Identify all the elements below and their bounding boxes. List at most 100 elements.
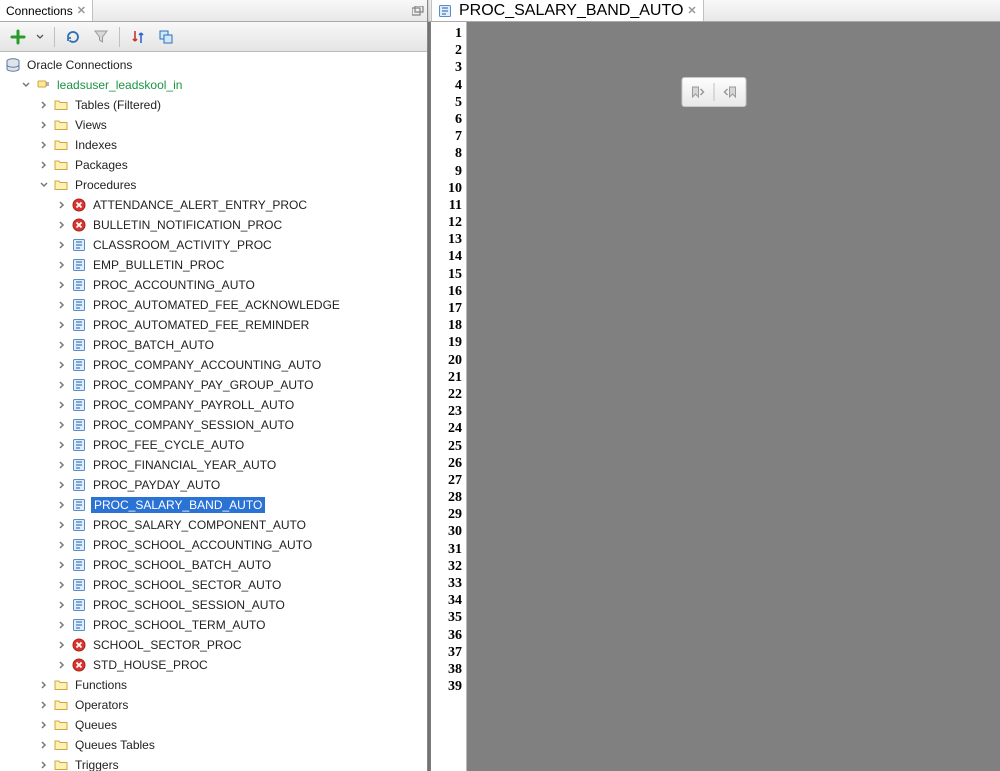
chevron-right-icon[interactable]: [56, 219, 68, 231]
procedure-item[interactable]: PROC_COMPANY_PAYROLL_AUTO: [0, 395, 427, 415]
chevron-right-icon[interactable]: [38, 139, 50, 151]
procedure-item[interactable]: PROC_SCHOOL_TERM_AUTO: [0, 615, 427, 635]
code-body[interactable]: [467, 22, 1000, 771]
code-editor[interactable]: 1234567891011121314151617181920212223242…: [428, 22, 1000, 771]
tab-connections[interactable]: Connections ✕: [0, 0, 93, 21]
chevron-right-icon[interactable]: [56, 419, 68, 431]
procedure-item[interactable]: PROC_COMPANY_ACCOUNTING_AUTO: [0, 355, 427, 375]
close-icon[interactable]: ✕: [687, 4, 696, 17]
line-number: 25: [431, 439, 466, 456]
chevron-right-icon[interactable]: [56, 459, 68, 471]
chevron-right-icon[interactable]: [56, 539, 68, 551]
tree-folder-triggers[interactable]: Triggers: [0, 755, 427, 771]
procedure-icon: [70, 376, 88, 394]
chevron-down-icon[interactable]: [38, 179, 50, 191]
chevron-right-icon[interactable]: [56, 599, 68, 611]
procedure-item[interactable]: PROC_FINANCIAL_YEAR_AUTO: [0, 455, 427, 475]
chevron-right-icon[interactable]: [56, 399, 68, 411]
procedure-item[interactable]: PROC_SCHOOL_SESSION_AUTO: [0, 595, 427, 615]
sort-button[interactable]: [126, 25, 150, 49]
line-number: 36: [431, 628, 466, 645]
procedure-item[interactable]: PROC_SCHOOL_SECTOR_AUTO: [0, 575, 427, 595]
chevron-right-icon[interactable]: [38, 679, 50, 691]
chevron-right-icon[interactable]: [56, 239, 68, 251]
procedure-item[interactable]: PROC_SCHOOL_ACCOUNTING_AUTO: [0, 535, 427, 555]
chevron-right-icon[interactable]: [56, 519, 68, 531]
procedure-item[interactable]: ATTENDANCE_ALERT_ENTRY_PROC: [0, 195, 427, 215]
cascade-button[interactable]: [154, 25, 178, 49]
procedure-item[interactable]: SCHOOL_SECTOR_PROC: [0, 635, 427, 655]
restore-icon[interactable]: [409, 0, 427, 21]
tree-folder-queues[interactable]: Queues: [0, 715, 427, 735]
chevron-right-icon[interactable]: [56, 619, 68, 631]
tree-root-oracle-connections[interactable]: Oracle Connections: [0, 55, 427, 75]
chevron-right-icon[interactable]: [56, 639, 68, 651]
procedure-label: PROC_SALARY_BAND_AUTO: [91, 497, 265, 513]
procedure-item[interactable]: STD_HOUSE_PROC: [0, 655, 427, 675]
procedure-icon: [70, 476, 88, 494]
refresh-button[interactable]: [61, 25, 85, 49]
chevron-right-icon[interactable]: [38, 739, 50, 751]
new-connection-dropdown[interactable]: [34, 25, 48, 49]
close-icon[interactable]: ✕: [77, 4, 86, 17]
chevron-right-icon[interactable]: [38, 99, 50, 111]
separator: [714, 83, 715, 101]
procedure-label: PROC_COMPANY_PAY_GROUP_AUTO: [91, 377, 316, 393]
procedure-item[interactable]: PROC_PAYDAY_AUTO: [0, 475, 427, 495]
procedure-item[interactable]: PROC_COMPANY_SESSION_AUTO: [0, 415, 427, 435]
chevron-right-icon[interactable]: [56, 359, 68, 371]
procedure-item[interactable]: PROC_FEE_CYCLE_AUTO: [0, 435, 427, 455]
procedure-item[interactable]: BULLETIN_NOTIFICATION_PROC: [0, 215, 427, 235]
procedure-item[interactable]: EMP_BULLETIN_PROC: [0, 255, 427, 275]
procedure-item[interactable]: PROC_BATCH_AUTO: [0, 335, 427, 355]
procedure-item[interactable]: CLASSROOM_ACTIVITY_PROC: [0, 235, 427, 255]
filter-button[interactable]: [89, 25, 113, 49]
procedure-label: PROC_SCHOOL_SESSION_AUTO: [91, 597, 287, 613]
tree-folder-functions[interactable]: Functions: [0, 675, 427, 695]
tree-folder-tables[interactable]: Tables (Filtered): [0, 95, 427, 115]
connections-toolbar: [0, 22, 427, 52]
tree-folder-procedures[interactable]: Procedures: [0, 175, 427, 195]
procedure-item[interactable]: PROC_ACCOUNTING_AUTO: [0, 275, 427, 295]
chevron-right-icon[interactable]: [56, 379, 68, 391]
tree-folder-operators[interactable]: Operators: [0, 695, 427, 715]
tree-folder-views[interactable]: Views: [0, 115, 427, 135]
chevron-right-icon[interactable]: [38, 119, 50, 131]
chevron-right-icon[interactable]: [56, 579, 68, 591]
chevron-right-icon[interactable]: [38, 699, 50, 711]
folder-functions-label: Functions: [73, 677, 129, 693]
chevron-right-icon[interactable]: [56, 479, 68, 491]
chevron-right-icon[interactable]: [38, 759, 50, 771]
bookmark-next-button[interactable]: [719, 81, 743, 103]
connections-tree[interactable]: Oracle Connections leadsuser_leadskool_i…: [0, 52, 427, 771]
new-connection-button[interactable]: [6, 25, 30, 49]
chevron-right-icon[interactable]: [56, 659, 68, 671]
chevron-right-icon[interactable]: [56, 299, 68, 311]
chevron-right-icon[interactable]: [56, 559, 68, 571]
chevron-right-icon[interactable]: [56, 199, 68, 211]
procedure-item[interactable]: PROC_COMPANY_PAY_GROUP_AUTO: [0, 375, 427, 395]
procedure-item[interactable]: PROC_AUTOMATED_FEE_REMINDER: [0, 315, 427, 335]
chevron-right-icon[interactable]: [38, 159, 50, 171]
tree-folder-packages[interactable]: Packages: [0, 155, 427, 175]
chevron-right-icon[interactable]: [56, 319, 68, 331]
procedure-item[interactable]: PROC_SALARY_BAND_AUTO: [0, 495, 427, 515]
chevron-right-icon[interactable]: [38, 719, 50, 731]
tree-folder-indexes[interactable]: Indexes: [0, 135, 427, 155]
chevron-down-icon[interactable]: [20, 79, 32, 91]
chevron-right-icon[interactable]: [56, 439, 68, 451]
procedure-item[interactable]: PROC_SCHOOL_BATCH_AUTO: [0, 555, 427, 575]
tree-folder-queues-tables[interactable]: Queues Tables: [0, 735, 427, 755]
line-number: 9: [431, 164, 466, 181]
procedure-label: PROC_AUTOMATED_FEE_REMINDER: [91, 317, 311, 333]
procedure-item[interactable]: PROC_SALARY_COMPONENT_AUTO: [0, 515, 427, 535]
bookmark-prev-button[interactable]: [686, 81, 710, 103]
tab-editor[interactable]: PROC_SALARY_BAND_AUTO ✕: [431, 0, 704, 21]
chevron-right-icon[interactable]: [56, 499, 68, 511]
chevron-right-icon[interactable]: [56, 259, 68, 271]
tree-connection[interactable]: leadsuser_leadskool_in: [0, 75, 427, 95]
separator: [119, 27, 120, 47]
chevron-right-icon[interactable]: [56, 279, 68, 291]
chevron-right-icon[interactable]: [56, 339, 68, 351]
procedure-item[interactable]: PROC_AUTOMATED_FEE_ACKNOWLEDGE: [0, 295, 427, 315]
